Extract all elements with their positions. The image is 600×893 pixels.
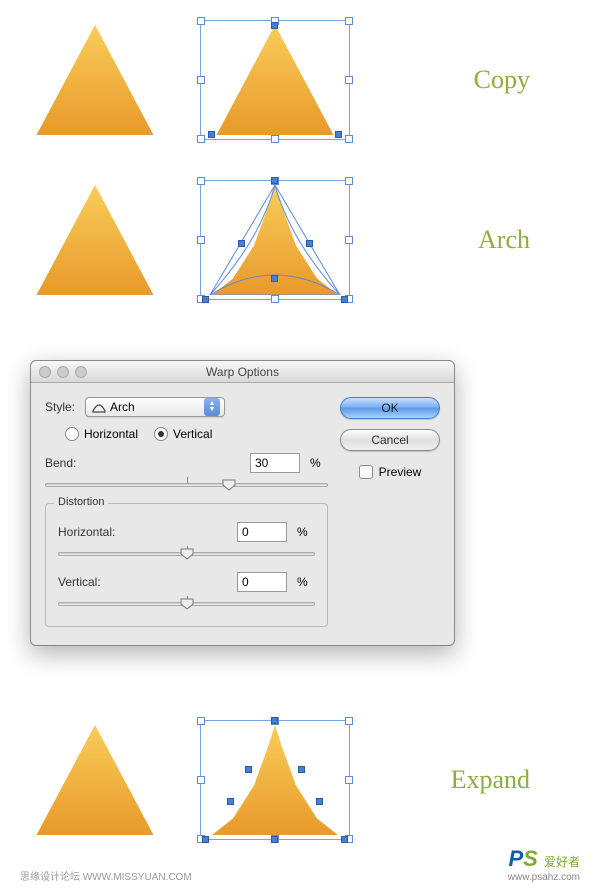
watermark-right-url: www.psahz.com: [508, 872, 580, 883]
distortion-legend: Distortion: [54, 496, 108, 508]
orientation-vertical-radio[interactable]: Vertical: [154, 427, 212, 441]
dialog-titlebar[interactable]: Warp Options: [31, 361, 454, 383]
style-label: Style:: [45, 400, 75, 414]
bend-slider[interactable]: [45, 475, 328, 493]
bend-input[interactable]: [250, 453, 300, 473]
chevron-updown-icon: ▲▼: [204, 398, 220, 416]
triangle-copy-selected[interactable]: [200, 20, 350, 140]
preview-label: Preview: [379, 465, 422, 479]
orientation-horizontal-radio[interactable]: Horizontal: [65, 427, 138, 441]
step-label-arch: Arch: [478, 225, 530, 255]
triangle-original-3: [30, 725, 160, 835]
ok-button[interactable]: OK: [340, 397, 440, 419]
bend-label: Bend:: [45, 456, 115, 470]
window-controls[interactable]: [39, 366, 87, 378]
step-row-arch: Arch: [0, 160, 600, 320]
preview-checkbox-row[interactable]: Preview: [340, 465, 440, 479]
distortion-v-slider[interactable]: [58, 594, 315, 612]
step-row-expand: Expand: [0, 700, 600, 860]
vertical-label: Vertical: [173, 427, 212, 441]
triangle-arch-selected[interactable]: [200, 180, 350, 300]
close-icon[interactable]: [39, 366, 51, 378]
distortion-h-slider[interactable]: [58, 544, 315, 562]
distortion-v-percent: %: [297, 575, 315, 589]
distortion-h-input[interactable]: [237, 522, 287, 542]
preview-checkbox[interactable]: [359, 465, 373, 479]
horizontal-label: Horizontal: [84, 427, 138, 441]
cancel-button[interactable]: Cancel: [340, 429, 440, 451]
watermark-left: 思缘设计论坛 WWW.MISSYUAN.COM: [20, 868, 192, 883]
arch-icon: [92, 401, 106, 413]
step-label-expand: Expand: [451, 765, 530, 795]
zoom-icon[interactable]: [75, 366, 87, 378]
warp-options-dialog: Warp Options Style: Arch ▲▼ Horizontal: [30, 360, 455, 646]
distortion-h-percent: %: [297, 525, 315, 539]
minimize-icon[interactable]: [57, 366, 69, 378]
distortion-v-label: Vertical:: [58, 575, 128, 589]
triangle-original-2: [30, 185, 160, 295]
step-row-copy: Copy: [0, 0, 600, 160]
dialog-title: Warp Options: [206, 365, 279, 379]
ps-logo: PS 爱好者: [508, 846, 580, 872]
triangle-expand-selected[interactable]: [200, 720, 350, 840]
distortion-h-label: Horizontal:: [58, 525, 128, 539]
style-selected-value: Arch: [106, 400, 204, 414]
step-label-copy: Copy: [474, 65, 530, 95]
triangle-original: [30, 25, 160, 135]
distortion-v-input[interactable]: [237, 572, 287, 592]
style-select[interactable]: Arch ▲▼: [85, 397, 225, 417]
bend-percent: %: [310, 456, 328, 470]
footer-watermark: 思缘设计论坛 WWW.MISSYUAN.COM PS 爱好者 www.psahz…: [0, 846, 600, 883]
distortion-group: Distortion Horizontal: % Vertical:: [45, 503, 328, 627]
